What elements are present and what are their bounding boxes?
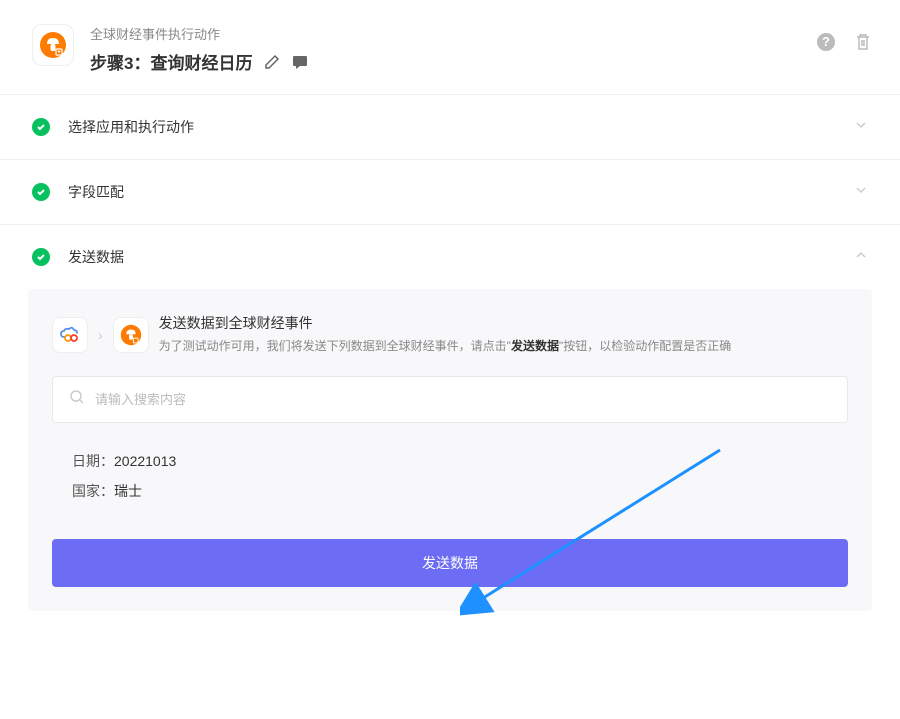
section-select-app[interactable]: 选择应用和执行动作 (0, 94, 900, 159)
chevron-down-icon (854, 183, 868, 202)
data-row-country: 国家：瑞士 (52, 481, 848, 501)
chevron-up-icon (854, 248, 868, 267)
step-header: 全球财经事件执行动作 步骤3：查询财经日历 ? (0, 0, 900, 94)
help-icon[interactable]: ? (816, 32, 836, 57)
section-field-mapping[interactable]: 字段匹配 (0, 159, 900, 224)
section-title: 发送数据 (68, 247, 854, 267)
search-icon (69, 389, 85, 410)
check-icon (32, 248, 50, 266)
source-app-icon (52, 317, 88, 353)
chevron-down-icon (854, 118, 868, 137)
search-input[interactable] (95, 392, 831, 407)
header-subtitle: 全球财经事件执行动作 (90, 24, 816, 43)
section-title: 选择应用和执行动作 (68, 117, 854, 137)
check-icon (32, 118, 50, 136)
comment-icon[interactable] (292, 54, 308, 70)
panel-title: 发送数据到全球财经事件 (159, 313, 848, 333)
edit-icon[interactable] (264, 54, 280, 70)
delete-icon[interactable] (854, 33, 872, 56)
app-icon (32, 24, 74, 66)
step-title: 步骤3：查询财经日历 (90, 49, 252, 74)
data-row-date: 日期：20221013 (52, 451, 848, 471)
arrow-right-icon: › (98, 327, 103, 343)
target-app-icon (113, 317, 149, 353)
mushroom-icon (120, 324, 142, 346)
mushroom-icon (39, 31, 67, 59)
cloud-link-icon (59, 324, 81, 346)
section-title: 字段匹配 (68, 182, 854, 202)
send-data-button[interactable]: 发送数据 (52, 539, 848, 587)
check-icon (32, 183, 50, 201)
section-send-data[interactable]: 发送数据 (0, 224, 900, 289)
panel-description: 为了测试动作可用，我们将发送下列数据到全球财经事件，请点击"发送数据"按钮，以检… (159, 337, 848, 356)
send-data-panel: › 发送数据到全球财经事件 为了测试动作可用，我们将发送下列数据到全球财经事件，… (28, 289, 872, 611)
search-box[interactable] (52, 376, 848, 423)
svg-text:?: ? (822, 34, 830, 49)
